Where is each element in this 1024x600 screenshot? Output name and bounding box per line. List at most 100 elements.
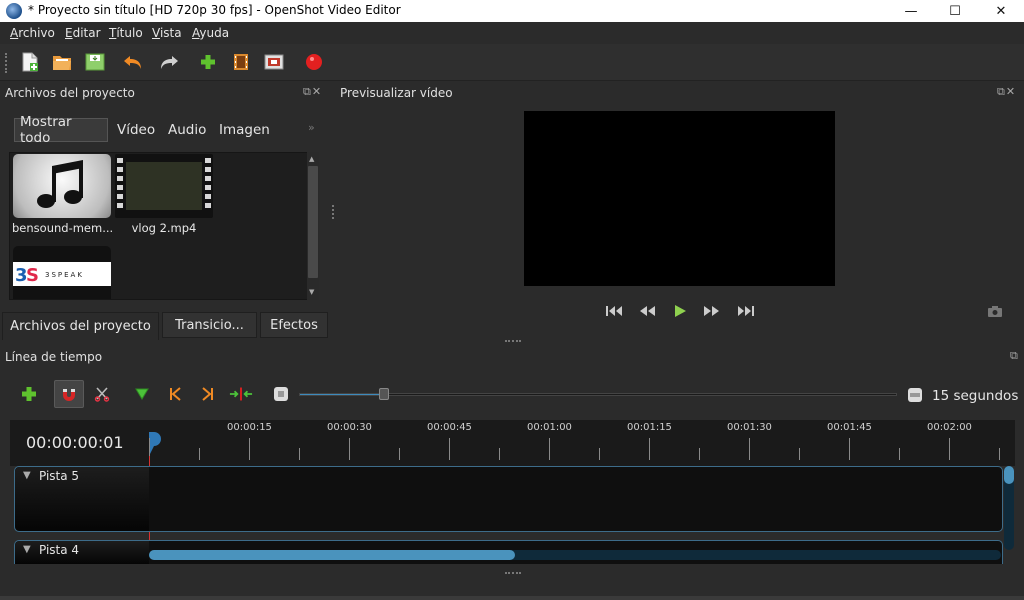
svg-text:3SPEAK: 3SPEAK [45,271,84,279]
add-track-icon[interactable] [17,383,41,405]
menu-editar[interactable]: Editar [65,26,101,40]
save-project-icon[interactable] [83,51,107,73]
timeline-ruler[interactable]: 00:00:00:01 00:00:15 00:00:30 00:00:45 00:0… [10,420,1015,466]
snap-toggle-button[interactable] [54,380,84,408]
file-thumb-image[interactable]: 3 S 3SPEAK [13,246,111,299]
ruler-tick [249,438,250,460]
tab-transitions[interactable]: Transicio... [162,312,257,338]
menu-vista[interactable]: Vista [152,26,182,40]
next-marker-icon[interactable] [196,383,220,405]
file-thumb-video[interactable] [115,154,213,218]
tab-project-files[interactable]: Archivos del proyecto [2,312,159,340]
ruler-tick [999,448,1000,460]
tab-effects[interactable]: Efectos [260,312,328,338]
horizontal-splitter[interactable] [505,340,521,343]
toolbar-grip[interactable] [5,53,8,73]
jump-end-icon[interactable] [736,303,756,319]
ruler-tick-label: 00:01:00 [527,422,572,433]
file-thumb-audio[interactable] [13,154,111,218]
filter-show-all[interactable]: Mostrar todo [14,114,108,146]
file-label-audio[interactable]: bensound-mem... [12,221,112,235]
ruler-tick-label: 00:00:15 [227,422,272,433]
zoom-in-icon[interactable] [903,384,927,406]
import-files-icon[interactable] [196,51,220,73]
filter-video[interactable]: Vídeo [112,118,160,142]
close-button[interactable]: ✕ [978,0,1024,22]
collapse-arrow-icon[interactable]: ▼ [23,544,31,555]
ruler-tick-label: 00:01:15 [627,422,672,433]
menu-ayuda[interactable]: Ayuda [192,26,229,40]
dock-float-close-icon[interactable]: ⧉✕ [303,85,322,99]
ruler-tick [299,448,300,460]
ruler-tick [649,438,650,460]
add-marker-icon[interactable] [130,383,154,405]
maximize-button[interactable]: ☐ [932,0,978,22]
zoom-slider-fill [300,394,384,395]
timeline-horizontal-scrollbar[interactable] [149,550,1001,560]
magnet-icon [63,389,75,401]
ruler-tick [199,448,200,460]
track-row[interactable]: ▼ Pista 5 [14,466,1003,532]
ruler-tick [499,448,500,460]
zoom-level-label: 15 segundos [932,388,1019,404]
jump-start-icon[interactable] [604,303,624,319]
ruler-tick [699,448,700,460]
timeline-title: Línea de tiempo [5,350,103,364]
menu-archivo[interactable]: Archivo [10,26,55,40]
rewind-icon[interactable] [637,303,657,319]
camera-icon[interactable] [985,303,1005,319]
ruler-tick [799,448,800,460]
filter-audio[interactable]: Audio [163,118,211,142]
main-toolbar [0,44,1024,81]
track-header[interactable]: ▼ Pista 4 [15,541,149,564]
ruler-tick [899,448,900,460]
razor-icon[interactable] [90,383,114,405]
choose-profile-icon[interactable] [229,51,253,73]
timeline-vertical-scrollbar[interactable] [1004,466,1014,550]
fullscreen-icon[interactable] [262,51,286,73]
center-playhead-icon[interactable] [229,383,253,405]
track-header[interactable]: ▼ Pista 5 [15,467,149,531]
file-label-video[interactable]: vlog 2.mp4 [114,221,214,235]
ruler-ticks: 00:00:15 00:00:30 00:00:45 00:01:00 00:01:15… [10,420,1015,466]
ruler-tick [849,438,850,460]
ruler-tick [449,438,450,460]
menu-titulo[interactable]: Título [109,26,143,40]
new-project-icon[interactable] [18,51,42,73]
timeline-scroll-thumb[interactable] [149,550,516,560]
previous-marker-icon[interactable] [163,383,187,405]
track-name: Pista 4 [39,543,80,557]
open-project-icon[interactable] [50,51,74,73]
video-preview [524,111,835,286]
fast-forward-icon[interactable] [702,303,722,319]
collapse-arrow-icon[interactable]: ▼ [23,470,31,481]
play-icon[interactable] [670,303,690,319]
zoom-slider[interactable] [299,388,897,400]
more-filters-button[interactable]: » [308,121,315,134]
ruler-tick-label: 00:00:45 [427,422,472,433]
openshot-logo-icon [6,3,22,19]
ruler-tick-label: 00:01:45 [827,422,872,433]
status-bar [0,596,1024,600]
dock-float-close-icon[interactable]: ⧉✕ [997,85,1016,99]
ruler-tick [349,438,350,460]
ruler-tick-label: 00:01:30 [727,422,772,433]
vertical-splitter[interactable] [332,205,335,219]
bottom-splitter[interactable] [505,572,521,575]
dock-float-icon[interactable]: ⧉ [1010,349,1019,363]
zoom-out-icon[interactable] [269,383,293,405]
zoom-slider-handle[interactable] [378,388,389,400]
ruler-tick [599,448,600,460]
project-files-title: Archivos del proyecto [5,86,135,100]
export-video-icon[interactable] [302,51,326,73]
timeline-vscroll-thumb[interactable] [1004,466,1014,484]
minimize-button[interactable]: — [888,0,934,22]
filter-image[interactable]: Imagen [214,118,275,142]
ruler-tick-label: 00:02:00 [927,422,972,433]
window-title: * Proyecto sin título [HD 720p 30 fps] -… [28,3,401,17]
ruler-tick [549,438,550,460]
undo-icon[interactable] [121,51,145,73]
redo-icon[interactable] [157,51,181,73]
files-vertical-scrollbar[interactable]: ▲ ▼ [307,152,319,300]
svg-text:S: S [26,265,39,286]
